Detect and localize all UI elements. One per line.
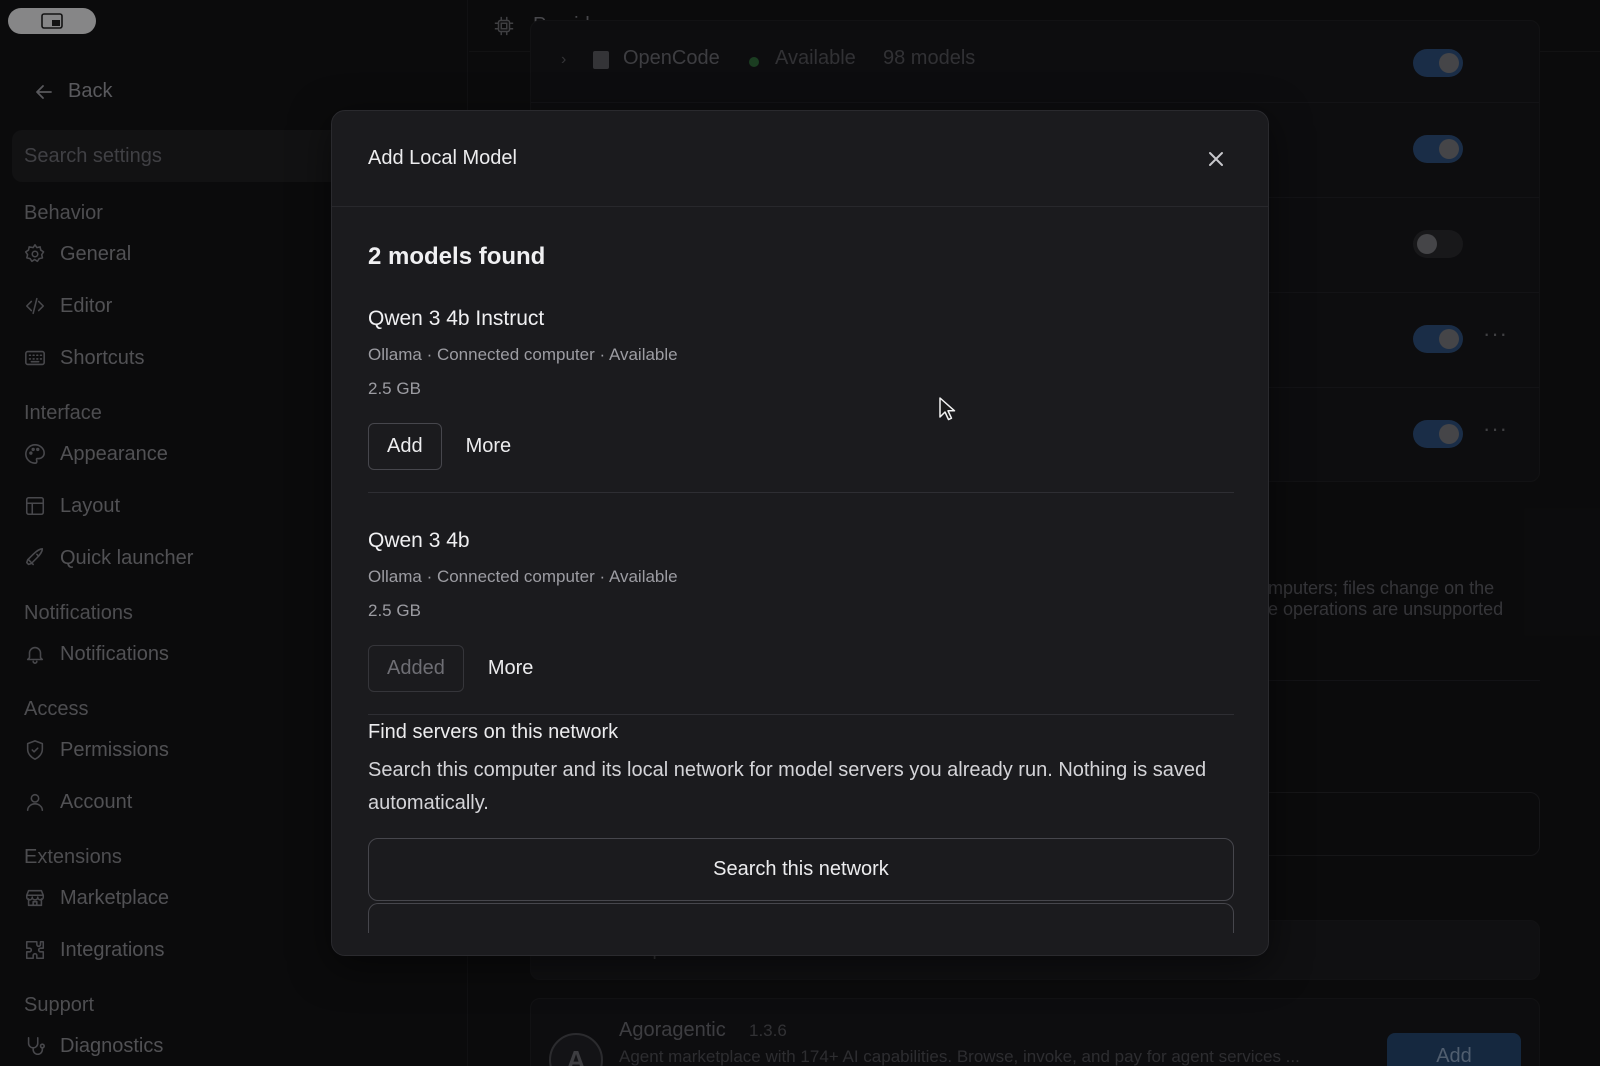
- dialog-title: Add Local Model: [368, 147, 517, 169]
- settings-window: Back Search settings Behavior General Ed…: [0, 0, 1600, 1066]
- model-actions: Add More: [368, 423, 1234, 470]
- dialog-body: 2 models found Qwen 3 4b Instruct Ollama…: [368, 207, 1234, 933]
- model-divider: [368, 492, 1234, 493]
- section-divider: [368, 714, 1234, 715]
- find-servers-description: Search this computer and its local netwo…: [368, 759, 1207, 814]
- dialog-header: Add Local Model: [332, 111, 1268, 207]
- add-local-model-dialog: Add Local Model 2 models found Qwen 3 4b…: [331, 110, 1269, 956]
- close-button[interactable]: [1200, 143, 1232, 175]
- more-button[interactable]: More: [488, 657, 534, 680]
- search-network-label: Search this network: [713, 858, 889, 880]
- model-meta: Ollama · Connected computer · Available: [368, 345, 678, 364]
- search-network-button[interactable]: Search this network: [368, 838, 1234, 901]
- add-model-button[interactable]: Add: [368, 423, 442, 470]
- next-field[interactable]: [368, 903, 1234, 933]
- model-name: Qwen 3 4b Instruct: [368, 307, 545, 330]
- models-found-heading: 2 models found: [368, 243, 546, 270]
- find-servers-heading: Find servers on this network: [368, 721, 619, 743]
- model-size: 2.5 GB: [368, 601, 421, 620]
- added-model-button: Added: [368, 645, 464, 692]
- model-meta: Ollama · Connected computer · Available: [368, 567, 678, 586]
- close-icon: [1209, 151, 1223, 166]
- model-item: Qwen 3 4b Instruct Ollama · Connected co…: [368, 307, 1234, 470]
- model-actions: Added More: [368, 645, 1234, 692]
- model-size: 2.5 GB: [368, 379, 421, 398]
- more-button[interactable]: More: [466, 435, 512, 458]
- model-item: Qwen 3 4b Ollama · Connected computer · …: [368, 529, 1234, 692]
- mouse-cursor-icon: [939, 397, 956, 421]
- model-name: Qwen 3 4b: [368, 529, 470, 552]
